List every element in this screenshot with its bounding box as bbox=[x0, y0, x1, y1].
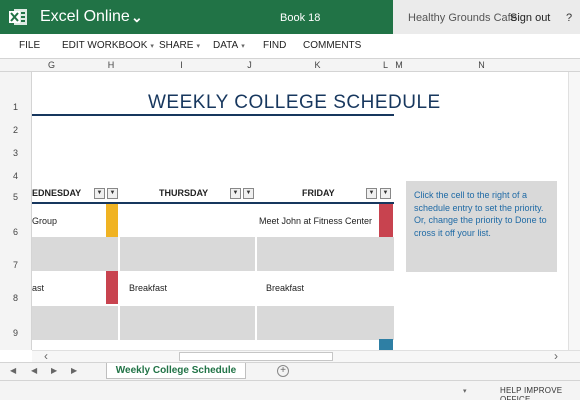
row-header-3[interactable]: 3 bbox=[0, 148, 31, 158]
column-headers: G H I J K L M N bbox=[0, 58, 580, 72]
priority-indicator bbox=[106, 204, 118, 237]
caret-icon: ▾ bbox=[150, 43, 154, 50]
vertical-scrollbar[interactable] bbox=[568, 72, 580, 350]
previous-sheet-icon[interactable]: ◀ bbox=[31, 366, 37, 375]
caret-icon: ▾ bbox=[241, 43, 245, 50]
menu-file[interactable]: FILE bbox=[19, 40, 40, 51]
priority-cell[interactable] bbox=[379, 339, 393, 350]
excel-logo-icon[interactable] bbox=[8, 7, 28, 27]
column-header-l[interactable]: L bbox=[379, 59, 392, 71]
caret-icon[interactable]: ▾ bbox=[463, 387, 467, 395]
cell-friday-8[interactable]: Breakfast bbox=[266, 283, 304, 293]
column-header-n[interactable]: N bbox=[406, 59, 557, 71]
menu-comments[interactable]: COMMENTS bbox=[303, 40, 361, 51]
first-sheet-icon[interactable]: ◀​ bbox=[10, 366, 16, 375]
row-headers: 1 2 3 4 5 6 7 8 9 bbox=[0, 72, 32, 350]
priority-indicator bbox=[379, 204, 393, 237]
priority-cell[interactable] bbox=[379, 204, 393, 237]
caret-icon: ▾ bbox=[196, 43, 200, 50]
filter-dropdown-icon[interactable]: ▼ bbox=[380, 188, 391, 199]
filter-dropdown-icon[interactable]: ▼ bbox=[230, 188, 241, 199]
column-header-h[interactable]: H bbox=[105, 59, 117, 71]
instruction-note: Click the cell to the right of a schedul… bbox=[406, 181, 557, 272]
menu-edit-workbook[interactable]: EDIT WORKBOOK ▾ bbox=[62, 40, 154, 51]
app-header: Excel Online ⌄ Book 18 bbox=[0, 0, 393, 34]
help-improve-link[interactable]: HELP IMPROVE OFFICE bbox=[500, 386, 580, 400]
chevron-down-icon[interactable]: ⌄ bbox=[131, 9, 143, 26]
row-header-5[interactable]: 5 bbox=[0, 192, 31, 202]
account-area: Healthy Grounds Cafe Sign out ? bbox=[393, 0, 580, 34]
filter-dropdown-icon[interactable]: ▼ bbox=[366, 188, 377, 199]
title-bar: Excel Online ⌄ Book 18 Healthy Grounds C… bbox=[0, 0, 580, 34]
user-name[interactable]: Healthy Grounds Cafe bbox=[408, 12, 517, 24]
header-underline bbox=[32, 202, 394, 204]
book-name[interactable]: Book 18 bbox=[280, 12, 320, 24]
cell-thursday-8[interactable]: Breakfast bbox=[129, 283, 167, 293]
sheet-tab-bar: ◀​ ◀ ▶ ▶​ Weekly College Schedule + bbox=[0, 362, 580, 380]
column-header-k[interactable]: K bbox=[256, 59, 379, 71]
excel-online-window: Excel Online ⌄ Book 18 Healthy Grounds C… bbox=[0, 0, 580, 400]
scroll-right-icon[interactable]: › bbox=[554, 349, 558, 363]
menu-data[interactable]: DATA ▾ bbox=[213, 40, 245, 51]
app-name[interactable]: Excel Online bbox=[40, 8, 130, 26]
menu-bar: FILE EDIT WORKBOOK ▾ SHARE ▾ DATA ▾ FIND CO… bbox=[0, 34, 580, 58]
last-sheet-icon[interactable]: ▶​ bbox=[71, 366, 77, 375]
schedule-title: WEEKLY COLLEGE SCHEDULE bbox=[148, 92, 441, 113]
priority-cell[interactable] bbox=[106, 271, 118, 304]
sign-out-link[interactable]: Sign out bbox=[510, 12, 550, 24]
row-header-6[interactable]: 6 bbox=[0, 227, 31, 237]
column-header-i[interactable]: I bbox=[120, 59, 243, 71]
row-header-8[interactable]: 8 bbox=[0, 293, 31, 303]
column-header-g[interactable]: G bbox=[32, 59, 71, 71]
sheet-grid[interactable]: WEEKLY COLLEGE SCHEDULE EDNESDAY ▼ ▼ THU… bbox=[32, 72, 580, 350]
cell-friday-6[interactable]: Meet John at Fitness Center bbox=[259, 216, 372, 226]
help-button[interactable]: ? bbox=[566, 12, 572, 24]
row-header-2[interactable]: 2 bbox=[0, 125, 31, 135]
filter-dropdown-icon[interactable]: ▼ bbox=[94, 188, 105, 199]
column-divider bbox=[255, 204, 257, 350]
scrollbar-thumb[interactable] bbox=[179, 352, 333, 361]
row-band bbox=[32, 237, 394, 271]
column-header-m[interactable]: M bbox=[392, 59, 406, 71]
menu-share[interactable]: SHARE ▾ bbox=[159, 40, 200, 51]
cell-wednesday-6[interactable]: Group bbox=[32, 216, 57, 226]
column-header-j[interactable]: J bbox=[243, 59, 256, 71]
row-header-7[interactable]: 7 bbox=[0, 260, 31, 270]
filter-dropdown-icon[interactable]: ▼ bbox=[107, 188, 118, 199]
menu-find[interactable]: FIND bbox=[263, 40, 286, 51]
priority-cell[interactable] bbox=[106, 204, 118, 237]
add-sheet-icon[interactable]: + bbox=[277, 365, 289, 377]
next-sheet-icon[interactable]: ▶ bbox=[51, 366, 57, 375]
row-header-4[interactable]: 4 bbox=[0, 171, 31, 181]
status-bar: ▾ HELP IMPROVE OFFICE bbox=[0, 380, 580, 400]
sheet-tab-active[interactable]: Weekly College Schedule bbox=[106, 363, 246, 379]
column-divider bbox=[118, 204, 120, 350]
scroll-left-icon[interactable]: ‹ bbox=[44, 349, 48, 363]
row-header-9[interactable]: 9 bbox=[0, 328, 31, 338]
filter-dropdown-icon[interactable]: ▼ bbox=[243, 188, 254, 199]
priority-indicator bbox=[379, 339, 393, 350]
title-underline bbox=[32, 114, 394, 116]
row-header-1[interactable]: 1 bbox=[0, 102, 31, 112]
row-band bbox=[32, 306, 394, 340]
priority-indicator bbox=[106, 271, 118, 304]
horizontal-scrollbar[interactable]: ‹ › bbox=[32, 349, 580, 363]
cell-wednesday-8[interactable]: ast bbox=[32, 283, 44, 293]
